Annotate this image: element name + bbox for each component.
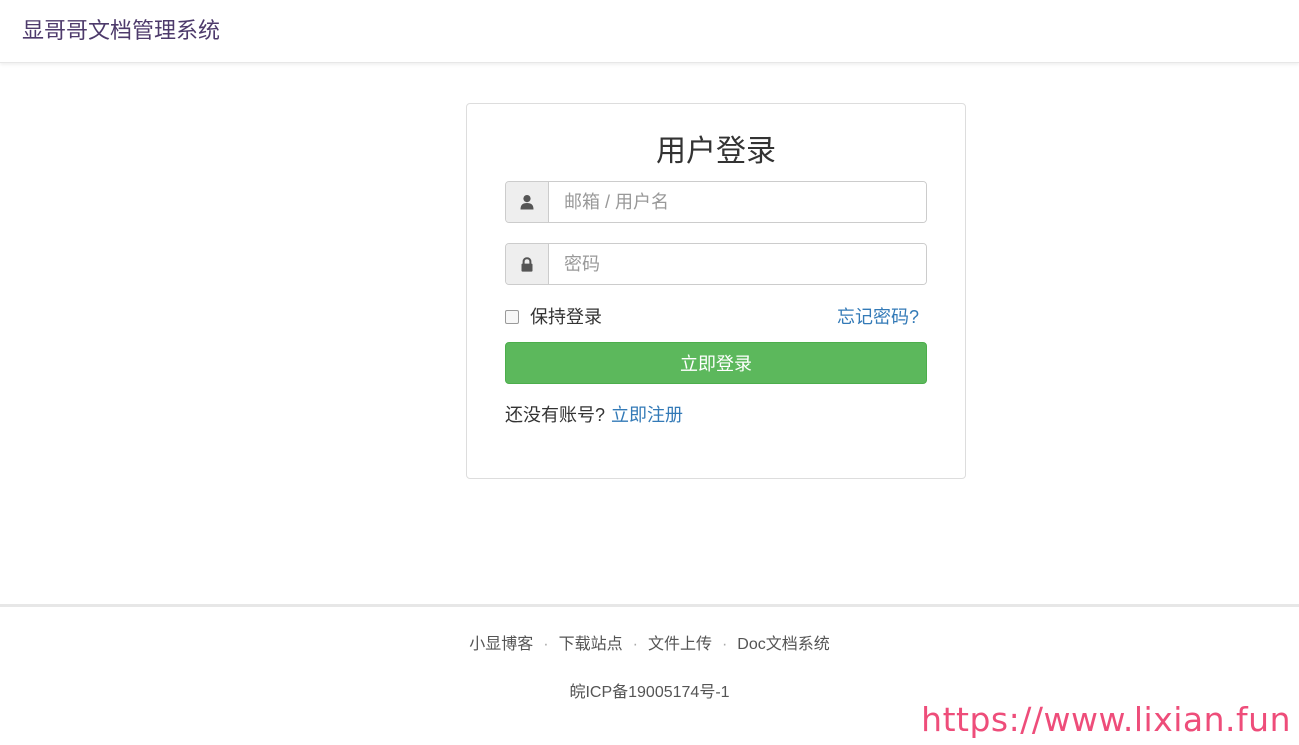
remember-row: 保持登录 忘记密码? <box>505 304 919 330</box>
footer-link-upload[interactable]: 文件上传 <box>648 636 712 653</box>
email-username-input[interactable] <box>549 182 926 222</box>
lock-icon <box>506 244 549 284</box>
footer-link-download[interactable]: 下载站点 <box>559 636 623 653</box>
footer-separator: · <box>543 636 549 653</box>
brand-link[interactable]: 显哥哥文档管理系统 <box>22 17 220 45</box>
remember-label: 保持登录 <box>530 307 602 327</box>
register-row: 还没有账号? 立即注册 <box>505 402 683 428</box>
password-input-group <box>505 243 927 285</box>
remember-me[interactable]: 保持登录 <box>505 304 602 330</box>
register-link[interactable]: 立即注册 <box>611 405 683 425</box>
login-button[interactable]: 立即登录 <box>505 342 927 384</box>
login-title: 用户登录 <box>656 135 776 168</box>
forgot-password-link[interactable]: 忘记密码? <box>837 304 919 330</box>
footer-separator: · <box>721 636 728 653</box>
login-panel: 用户登录 保持登录 忘记密码? 立即登录 还没有账号?立即注册 <box>466 103 966 479</box>
watermark: https://www.lixian.fun <box>921 700 1291 739</box>
footer-link-doc[interactable]: Doc文档系统 <box>737 636 829 653</box>
footer-link-blog[interactable]: 小显博客 <box>469 636 533 653</box>
remember-checkbox[interactable] <box>505 310 519 324</box>
footer-separator: · <box>632 636 638 653</box>
email-input-group <box>505 181 927 223</box>
user-icon <box>506 182 549 222</box>
top-navbar: 显哥哥文档管理系统 <box>0 0 1299 63</box>
no-account-text: 还没有账号? <box>505 405 606 425</box>
footer-links: 小显博客 · 下载站点 · 文件上传 · Doc文档系统 <box>0 634 1299 656</box>
password-input[interactable] <box>549 244 926 284</box>
